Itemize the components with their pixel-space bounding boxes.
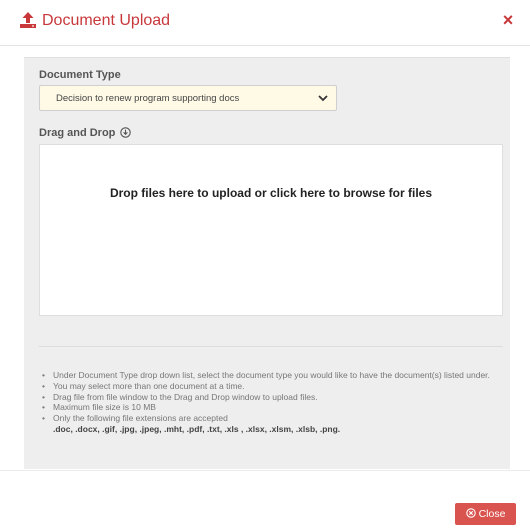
note-text: You may select more than one document at… [53,380,245,391]
note-text: Under Document Type drop down list, sele… [53,370,490,380]
drag-drop-label: Drag and Drop [39,127,132,139]
note-text: Drag file from file window to the Drag a… [53,391,318,402]
modal-header: Document Upload × [0,0,530,46]
list-item: • Only the following file extensions are … [41,413,506,435]
dropzone-text: Drop files here to upload or click here … [109,186,433,200]
document-upload-modal: Document Upload × Document Type Decision… [0,0,530,531]
close-button-label: Close [478,508,506,520]
modal-title: Document Upload [42,12,171,29]
divider [39,346,503,347]
document-type-value: Decision to renew program supporting doc… [56,93,240,104]
close-circle-icon [465,508,476,518]
note-text: Maximum file size is 10 MB [53,402,156,413]
upload-instructions: • Under Document Type drop down list, sel… [41,370,506,435]
modal-body: Document Type Decision to renew program … [24,57,510,469]
list-item: • You may select more than one document a… [42,380,245,391]
note-text: Only the following file extensions are a… [53,413,228,424]
drag-drop-label-text: Drag and Drop [39,127,116,139]
download-circle-icon [120,127,132,138]
chevron-down-icon [318,95,328,102]
close-button[interactable]: Close [455,503,516,525]
close-icon[interactable]: × [500,11,516,29]
upload-icon [20,12,36,28]
list-item: • Under Document Type drop down list, sel… [42,370,490,380]
document-type-label: Document Type [39,69,121,81]
footer-divider [0,470,530,471]
file-dropzone[interactable]: Drop files here to upload or click here … [39,144,503,316]
list-item: • Drag file from file window to the Drag … [42,391,318,402]
list-item: • Maximum file size is 10 MB [42,402,156,413]
document-type-select[interactable]: Decision to renew program supporting doc… [39,85,337,111]
accepted-extensions: .doc, .docx, .gif, .jpg, .jpeg, .mht, .p… [53,423,341,434]
